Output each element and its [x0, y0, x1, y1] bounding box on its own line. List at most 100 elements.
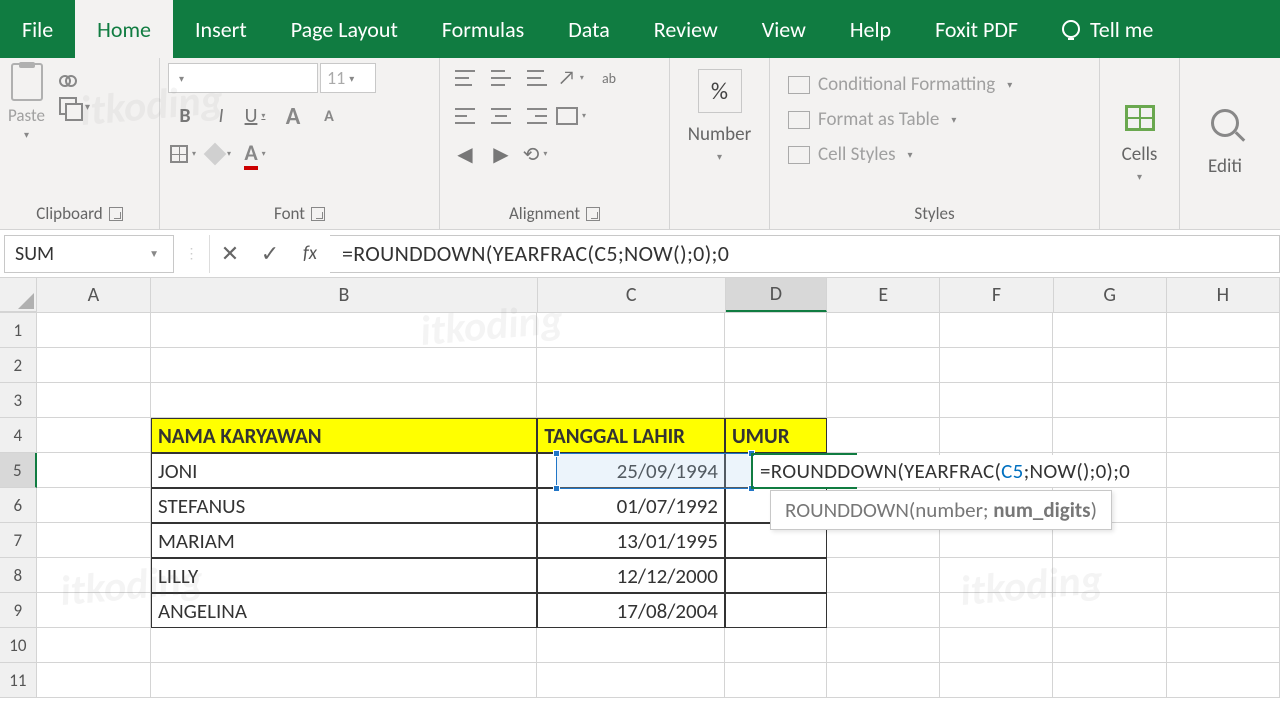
row-header[interactable]: 7: [0, 523, 37, 558]
cell[interactable]: [1167, 453, 1280, 488]
cell[interactable]: [1167, 488, 1280, 523]
cell[interactable]: [725, 663, 827, 698]
cell[interactable]: [151, 628, 537, 663]
cell[interactable]: [940, 663, 1053, 698]
cell[interactable]: [37, 313, 151, 348]
format-as-table-button[interactable]: Format as Table▾: [788, 104, 960, 135]
row-header[interactable]: 5: [0, 453, 37, 488]
cell[interactable]: [37, 663, 151, 698]
cell[interactable]: JONI: [151, 453, 537, 488]
cell[interactable]: [1167, 593, 1280, 628]
cell[interactable]: [1167, 628, 1280, 663]
wrap-text-button[interactable]: ab: [592, 63, 626, 93]
tab-home[interactable]: Home: [75, 0, 173, 58]
cell[interactable]: [725, 348, 827, 383]
col-header-f[interactable]: F: [940, 278, 1053, 312]
row-header[interactable]: 9: [0, 593, 37, 628]
paste-button[interactable]: Paste ▾: [8, 63, 45, 141]
fx-button[interactable]: fx: [290, 235, 330, 273]
underline-button[interactable]: U▾: [240, 101, 274, 131]
select-all-corner[interactable]: [0, 278, 37, 312]
col-header-c[interactable]: C: [538, 278, 726, 312]
cell[interactable]: 17/08/2004: [537, 593, 725, 628]
number-dropdown[interactable]: ▾: [713, 150, 726, 163]
row-header[interactable]: 1: [0, 313, 37, 348]
tab-file[interactable]: File: [0, 0, 75, 58]
cell[interactable]: 13/01/1995: [537, 523, 725, 558]
increase-indent-button[interactable]: ▶: [484, 139, 518, 169]
row-header[interactable]: 10: [0, 628, 37, 663]
cell[interactable]: [1167, 558, 1280, 593]
tab-page-layout[interactable]: Page Layout: [269, 0, 420, 58]
col-header-b[interactable]: B: [151, 278, 538, 312]
align-middle-button[interactable]: [484, 63, 518, 93]
cell[interactable]: [827, 558, 940, 593]
cell[interactable]: [725, 593, 827, 628]
cell[interactable]: LILLY: [151, 558, 537, 593]
cell[interactable]: [1053, 628, 1166, 663]
cell[interactable]: [827, 418, 940, 453]
decrease-indent-button[interactable]: ◀: [448, 139, 482, 169]
cells-icon[interactable]: [1125, 105, 1155, 131]
cell[interactable]: ANGELINA: [151, 593, 537, 628]
cell[interactable]: 25/09/1994: [537, 453, 725, 488]
cell[interactable]: [1053, 383, 1166, 418]
find-icon[interactable]: [1211, 109, 1239, 137]
cell[interactable]: [827, 663, 940, 698]
col-header-d[interactable]: D: [726, 278, 828, 312]
clipboard-launcher[interactable]: [109, 207, 123, 221]
cell[interactable]: [940, 418, 1053, 453]
col-header-h[interactable]: H: [1167, 278, 1280, 312]
cell-styles-button[interactable]: Cell Styles▾: [788, 139, 917, 170]
cell[interactable]: [151, 313, 537, 348]
cell[interactable]: 01/07/1992: [537, 488, 725, 523]
copy-button[interactable]: ▾: [59, 97, 94, 115]
tab-insert[interactable]: Insert: [173, 0, 269, 58]
tab-formulas[interactable]: Formulas: [420, 0, 546, 58]
cell[interactable]: [1167, 348, 1280, 383]
bold-button[interactable]: B: [168, 101, 202, 131]
cell[interactable]: [1053, 593, 1166, 628]
cut-icon[interactable]: [59, 69, 77, 87]
cell[interactable]: [940, 558, 1053, 593]
col-header-e[interactable]: E: [827, 278, 940, 312]
cancel-button[interactable]: ✕: [210, 235, 250, 273]
borders-button[interactable]: ▾: [168, 139, 202, 169]
cell[interactable]: MARIAM: [151, 523, 537, 558]
cell[interactable]: [537, 383, 725, 418]
cell[interactable]: [940, 383, 1053, 418]
font-launcher[interactable]: [311, 207, 325, 221]
cell[interactable]: [725, 628, 827, 663]
cell[interactable]: STEFANUS: [151, 488, 537, 523]
cell[interactable]: [827, 383, 940, 418]
font-size-combo[interactable]: 11▾: [320, 63, 376, 93]
cell[interactable]: [37, 558, 151, 593]
cell[interactable]: [940, 313, 1053, 348]
cell[interactable]: [37, 348, 151, 383]
cell[interactable]: [940, 628, 1053, 663]
cell[interactable]: [1053, 558, 1166, 593]
cell[interactable]: [1053, 313, 1166, 348]
conditional-formatting-button[interactable]: Conditional Formatting▾: [788, 69, 1016, 100]
name-box[interactable]: SUM▼: [4, 235, 174, 273]
cell[interactable]: 12/12/2000: [537, 558, 725, 593]
cell[interactable]: [1167, 418, 1280, 453]
row-header[interactable]: 6: [0, 488, 37, 523]
cell[interactable]: [1053, 418, 1166, 453]
italic-button[interactable]: I: [204, 101, 238, 131]
row-header[interactable]: 4: [0, 418, 37, 453]
cell[interactable]: [1167, 663, 1280, 698]
align-center-button[interactable]: [484, 101, 518, 131]
tab-data[interactable]: Data: [546, 0, 632, 58]
row-header[interactable]: 2: [0, 348, 37, 383]
cell[interactable]: [537, 628, 725, 663]
shrink-font-button[interactable]: A: [312, 101, 346, 131]
cell[interactable]: [1053, 663, 1166, 698]
formula-input[interactable]: =ROUNDDOWN(YEARFRAC(C5;NOW();0);0: [330, 235, 1280, 273]
tab-help[interactable]: Help: [828, 0, 913, 58]
cell[interactable]: [151, 663, 537, 698]
cell[interactable]: [537, 348, 725, 383]
cell[interactable]: [1167, 383, 1280, 418]
row-header[interactable]: 3: [0, 383, 37, 418]
align-bottom-button[interactable]: [520, 63, 554, 93]
